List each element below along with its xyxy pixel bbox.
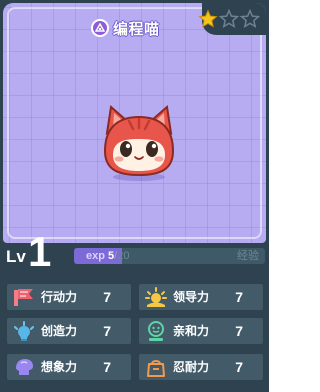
stat-label: 行动力	[41, 290, 78, 304]
stat-item-imagination: 想象力 7	[7, 354, 131, 380]
stat-item-affinity: 亲和力 7	[139, 318, 263, 344]
stat-label: 创造力	[41, 324, 78, 338]
stat-value: 7	[235, 289, 243, 305]
star-filled-icon	[198, 9, 218, 28]
exp-side-label: 经验	[237, 249, 259, 262]
level-value: 1	[28, 228, 52, 275]
stat-label: 想象力	[41, 360, 78, 374]
stat-label: 领导力	[173, 290, 210, 304]
stat-label: 亲和力	[173, 324, 210, 338]
action-flag-icon	[14, 289, 33, 306]
creativity-bulb-icon	[14, 321, 34, 341]
stat-item-action: 行动力 7	[7, 284, 131, 310]
star-rating	[198, 9, 260, 29]
stat-value: 7	[103, 289, 111, 305]
element-badge-icon	[91, 19, 109, 37]
patience-bag-icon	[147, 360, 165, 377]
stat-value: 7	[235, 323, 243, 339]
stat-item-leadership: 领导力 7	[139, 284, 263, 310]
pet-cat-icon[interactable]	[97, 99, 181, 183]
pet-card: 编程喵 Lv 1 exp 5/20 经验 行动力 7 领导力 7 创造力 7 亲…	[0, 0, 269, 392]
exp-text: exp 5/20	[86, 248, 129, 264]
star-empty-icon	[240, 9, 260, 29]
exp-progress-bar: exp 5/20 经验	[74, 248, 265, 264]
pet-name: 编程喵	[113, 19, 160, 38]
exp-label: exp	[86, 250, 105, 262]
stat-value: 7	[103, 359, 111, 375]
exp-max: 20	[117, 250, 130, 262]
stat-value: 7	[235, 359, 243, 375]
affinity-face-icon	[148, 321, 164, 341]
stat-item-patience: 忍耐力 7	[139, 354, 263, 380]
stat-label: 忍耐力	[173, 360, 210, 374]
stat-item-creativity: 创造力 7	[7, 318, 131, 344]
pet-title: 编程喵	[91, 17, 160, 39]
leadership-sun-icon	[145, 287, 167, 307]
level-row: Lv 1 exp 5/20 经验	[0, 231, 269, 273]
star-empty-icon	[219, 9, 239, 29]
stat-value: 7	[103, 323, 111, 339]
imagination-brain-icon	[16, 359, 33, 375]
pet-display-panel: 编程喵	[3, 3, 266, 243]
level-label: Lv	[6, 247, 26, 266]
